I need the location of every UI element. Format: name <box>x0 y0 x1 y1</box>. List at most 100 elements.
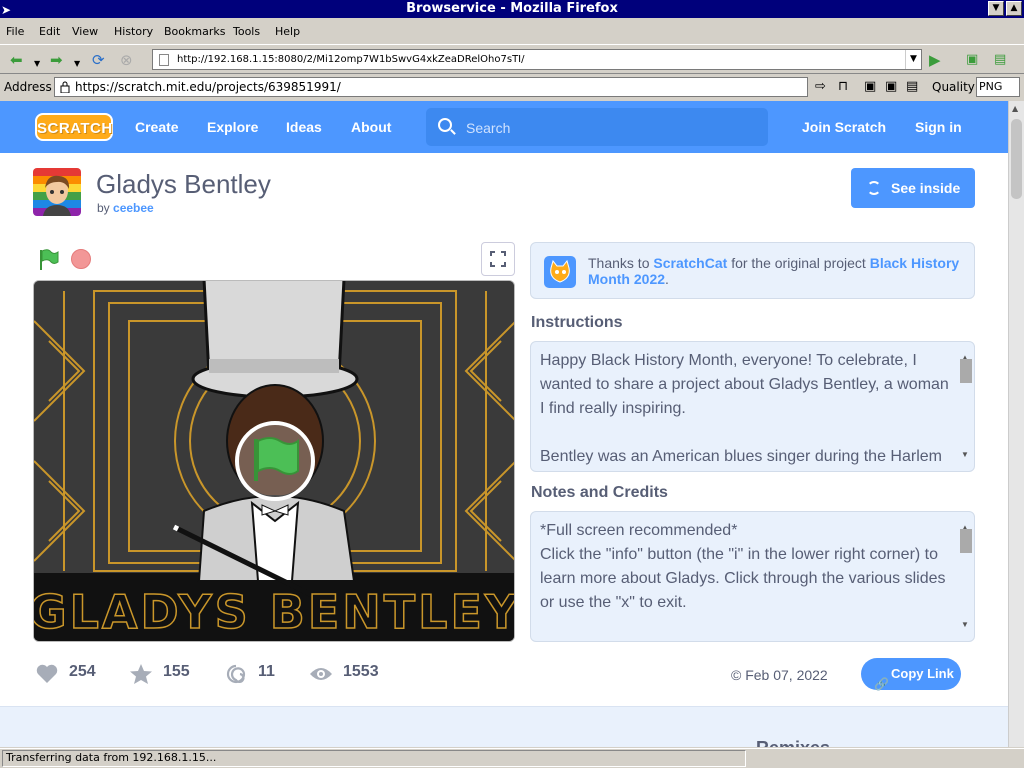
go-arrow-icon[interactable]: ⇨ <box>815 79 826 94</box>
reload-icon[interactable]: ⟳ <box>92 51 105 69</box>
see-inside-label: See inside <box>891 180 961 196</box>
nav-create[interactable]: Create <box>135 119 179 135</box>
menu-help[interactable]: Help <box>275 25 300 38</box>
search-input[interactable]: Search <box>426 108 768 146</box>
scroll-thumb[interactable] <box>1011 119 1022 199</box>
see-inside-button[interactable]: See inside <box>851 168 975 208</box>
page-viewport: SCRATCH Create Explore Ideas About Searc… <box>0 101 1008 747</box>
url-field[interactable]: http://192.168.1.15:8080/2/Mi12omp7W1bSw… <box>152 49 922 70</box>
copy-link-button[interactable]: 🔗 Copy Link <box>861 658 961 691</box>
eye-icon <box>310 668 332 680</box>
navigation-toolbar: ⬅ ▼ ➡ ▼ ⟳ ⊗ http://192.168.1.15:8080/2/M… <box>0 44 1024 74</box>
menu-edit[interactable]: Edit <box>39 25 60 38</box>
remixes-heading: Remixes <box>756 738 830 747</box>
forward-dropdown-icon[interactable]: ▼ <box>74 55 80 73</box>
clipboard-icon[interactable]: ▣ <box>885 79 897 94</box>
page-icon <box>159 54 169 66</box>
copy-link-label: Copy Link <box>891 666 954 681</box>
scratch-logo[interactable]: SCRATCH <box>35 113 113 141</box>
menu-view[interactable]: View <box>72 25 98 38</box>
go-icon[interactable]: ▶ <box>929 51 941 69</box>
find-icon[interactable]: ▣ <box>864 79 876 94</box>
lock-icon <box>60 81 70 93</box>
nav-about[interactable]: About <box>351 119 391 135</box>
instructions-line: I find really inspiring. <box>540 400 686 417</box>
scroll-thumb[interactable] <box>960 359 972 383</box>
page-scrollbar[interactable]: ▲ <box>1008 101 1024 747</box>
status-bar: Transferring data from 192.168.1.15... <box>0 748 1024 768</box>
nav-explore[interactable]: Explore <box>207 119 258 135</box>
scroll-down-icon[interactable]: ▼ <box>961 613 969 637</box>
instructions-scrollbar[interactable]: ▲ ▼ <box>958 344 972 469</box>
remix-credit-text: Thanks to ScratchCat for the original pr… <box>588 255 968 287</box>
refresh-icon <box>867 181 881 195</box>
bookmark-icon[interactable]: ⊓ <box>838 79 848 94</box>
address-input[interactable]: https://scratch.mit.edu/projects/6398519… <box>54 77 808 97</box>
view-count: 1553 <box>343 663 379 680</box>
heart-icon[interactable] <box>35 663 59 685</box>
scroll-thumb[interactable] <box>960 529 972 553</box>
author-link[interactable]: ceebee <box>113 201 154 215</box>
instructions-line: wanted to share a project about Gladys B… <box>540 376 949 393</box>
url-text: http://192.168.1.15:8080/2/Mi12omp7W1bSw… <box>177 54 525 65</box>
join-scratch-link[interactable]: Join Scratch <box>802 119 886 135</box>
status-text: Transferring data from 192.168.1.15... <box>6 751 217 764</box>
fullscreen-button[interactable] <box>481 242 515 276</box>
minimize-button[interactable]: ▼ <box>988 1 1004 16</box>
notes-heading: Notes and Credits <box>531 484 668 501</box>
instructions-line: Bentley was an American blues singer dur… <box>540 448 942 465</box>
scratch-cat-icon <box>544 256 576 288</box>
scroll-down-icon[interactable]: ▼ <box>961 443 969 467</box>
instructions-textarea[interactable]: Happy Black History Month, everyone! To … <box>530 341 975 472</box>
remix-count: 11 <box>258 663 275 680</box>
remix-icon <box>226 664 246 684</box>
forward-arrow-icon[interactable]: ➡ <box>50 51 63 69</box>
window-icon[interactable]: ▤ <box>994 51 1006 69</box>
address-label: Address <box>4 80 52 94</box>
notes-scrollbar[interactable]: ▲ ▼ <box>958 514 972 639</box>
address-bar: Address https://scratch.mit.edu/projects… <box>0 76 1024 98</box>
menu-tools[interactable]: Tools <box>233 25 260 38</box>
notes-line: *Full screen recommended* <box>540 522 738 539</box>
window-title: Browservice - Mozilla Firefox <box>406 1 618 16</box>
remix-credit-box: Thanks to ScratchCat for the original pr… <box>530 242 975 299</box>
stop-icon[interactable]: ⊗ <box>120 51 133 69</box>
address-url: https://scratch.mit.edu/projects/6398519… <box>75 80 341 94</box>
favorite-count: 155 <box>163 663 190 680</box>
url-dropdown-icon[interactable]: ▼ <box>905 50 921 69</box>
scratch-navbar: SCRATCH Create Explore Ideas About Searc… <box>0 101 1008 153</box>
bookmark-add-icon[interactable]: ▣ <box>966 51 978 69</box>
nav-ideas[interactable]: Ideas <box>286 119 322 135</box>
notes-textarea[interactable]: *Full screen recommended* Click the "inf… <box>530 511 975 642</box>
credit-prefix: Thanks to <box>588 255 650 271</box>
sign-in-link[interactable]: Sign in <box>915 119 962 135</box>
project-stage[interactable]: GLADYS BENTLEY <box>33 280 515 642</box>
search-placeholder: Search <box>466 120 511 136</box>
notes-line: or use the "x" to exit. <box>540 594 687 611</box>
author-avatar[interactable] <box>33 168 81 216</box>
window-title-bar: ➤ Browservice - Mozilla Firefox ▼ ▲ <box>0 0 1024 18</box>
maximize-button[interactable]: ▲ <box>1006 1 1022 16</box>
credit-middle: for the original project <box>731 255 866 271</box>
lower-section-band <box>0 706 1008 747</box>
instructions-line: Happy Black History Month, everyone! To … <box>540 352 917 369</box>
search-icon <box>438 118 452 132</box>
project-byline: by ceebee <box>97 201 154 215</box>
menu-bookmarks[interactable]: Bookmarks <box>164 25 225 38</box>
back-dropdown-icon[interactable]: ▼ <box>34 55 40 73</box>
back-arrow-icon[interactable]: ⬅ <box>10 51 23 69</box>
quality-value: PNG <box>979 80 1003 93</box>
share-date: © Feb 07, 2022 <box>731 667 828 683</box>
quality-select[interactable]: PNG <box>976 77 1020 97</box>
paste-icon[interactable]: ▤ <box>906 79 918 94</box>
star-icon[interactable] <box>129 663 153 685</box>
menu-file[interactable]: File <box>6 25 24 38</box>
stop-sign-icon[interactable] <box>71 249 91 269</box>
scroll-up-icon[interactable]: ▲ <box>1012 104 1018 113</box>
menu-history[interactable]: History <box>114 25 153 38</box>
notes-line: Click the "info" button (the "i" in the … <box>540 546 939 563</box>
fullscreen-icon <box>490 251 506 267</box>
green-flag-icon[interactable] <box>38 249 60 271</box>
credit-user-link[interactable]: ScratchCat <box>653 255 727 271</box>
instructions-heading: Instructions <box>531 314 623 331</box>
